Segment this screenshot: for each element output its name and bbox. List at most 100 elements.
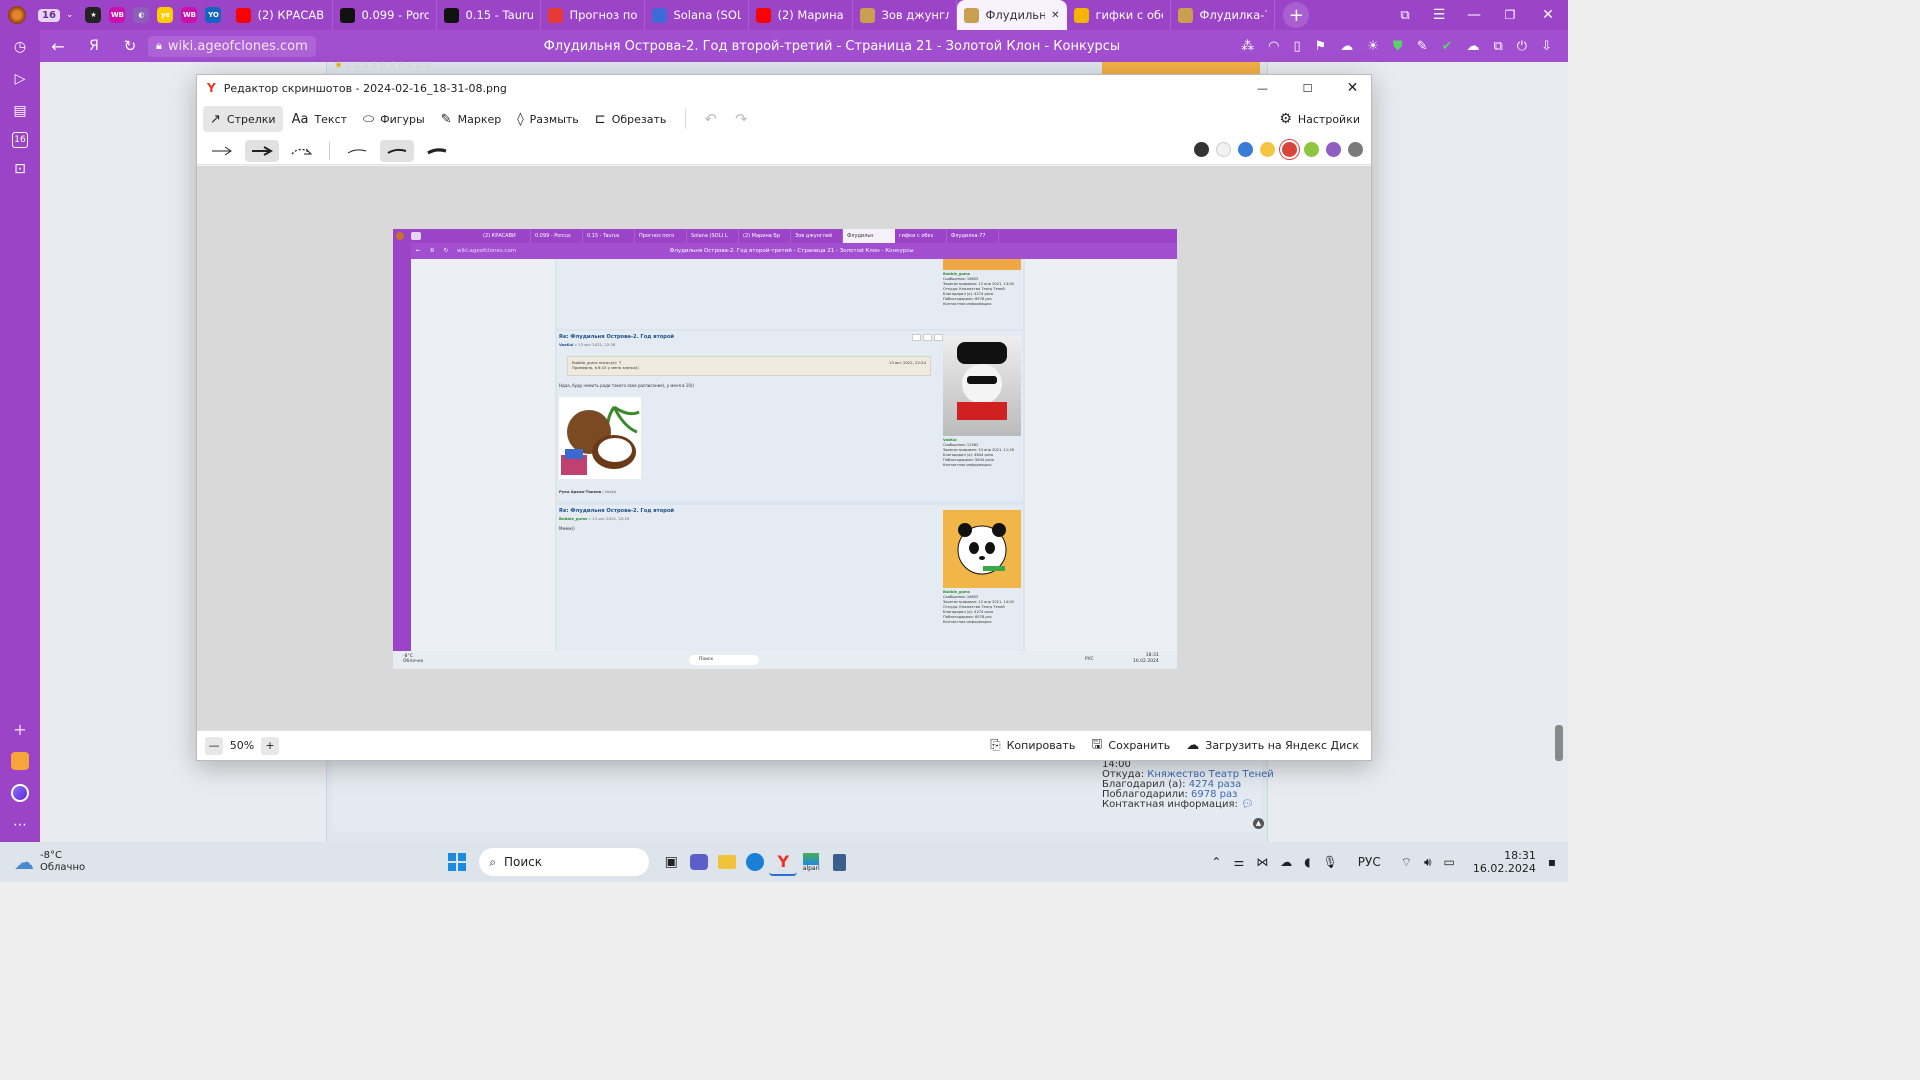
color-swatch[interactable]: [1326, 142, 1341, 157]
copy-button[interactable]: ⎘ Копировать: [990, 738, 1075, 753]
save-button[interactable]: 🖫︎ Сохранить: [1091, 735, 1170, 757]
tab-count-button[interactable]: 16 ⌄: [34, 8, 77, 22]
color-swatch[interactable]: [1282, 142, 1297, 157]
ext-check-icon[interactable]: ✔: [1442, 39, 1453, 54]
editor-minimize-icon[interactable]: —: [1244, 82, 1281, 95]
wifi-icon[interactable]: ⌔: [1401, 855, 1412, 870]
address-field[interactable]: 🔒︎ wiki.ageofclones.com: [148, 35, 316, 57]
close-icon[interactable]: ✕: [1528, 7, 1568, 23]
yo-pin-icon[interactable]: ye: [157, 7, 174, 23]
editor-maximize-icon[interactable]: ☐: [1289, 82, 1326, 95]
line-medium-icon[interactable]: [380, 139, 414, 162]
browser-tab[interactable]: 0.15 - Taurus G: [437, 0, 542, 30]
weather-widget[interactable]: ☁ -8°C Облачно: [14, 850, 85, 874]
star-pin-icon[interactable]: ★: [85, 7, 102, 23]
tool-shapes[interactable]: ⬭ Фигуры: [356, 106, 432, 132]
ext-pen-icon[interactable]: ✎: [1417, 39, 1428, 54]
tray-settings-icon[interactable]: ⚌: [1233, 855, 1244, 869]
play-icon[interactable]: ▷: [9, 68, 31, 90]
color-swatch[interactable]: [1194, 142, 1209, 157]
extensions-icon[interactable]: ⁂: [1241, 39, 1254, 54]
editor-close-icon[interactable]: ✕: [1334, 80, 1371, 96]
teams-icon[interactable]: [685, 848, 713, 876]
reload-icon[interactable]: ↻: [112, 37, 148, 55]
arrow-style-bold-icon[interactable]: [245, 139, 279, 162]
color-swatch[interactable]: [1304, 142, 1319, 157]
screenshot-preview[interactable]: (2) КРАСАВИ 0.099 - Porcus 0.15 - Taurus Пр…: [393, 229, 1177, 669]
browser-tab[interactable]: Флудильня ✕: [957, 0, 1068, 30]
ext-shield-icon[interactable]: ⛊: [1393, 39, 1403, 54]
arrow-style-thin-icon[interactable]: [205, 140, 239, 162]
tabs-count-icon[interactable]: 16: [12, 132, 28, 148]
ext-copy-icon[interactable]: ⧉: [1494, 39, 1503, 54]
color-swatch[interactable]: [1238, 142, 1253, 157]
language-indicator[interactable]: РУС: [1358, 855, 1381, 869]
battery-icon[interactable]: ▭: [1444, 855, 1455, 869]
collections-icon[interactable]: ⧉: [1388, 8, 1422, 23]
downloads-icon[interactable]: ⇩: [1541, 39, 1552, 54]
tray-mic-icon[interactable]: 🎙︎: [1323, 855, 1338, 869]
task-view-icon[interactable]: ▣: [657, 848, 685, 876]
ext-cloud-icon[interactable]: ☁: [1467, 39, 1480, 54]
yandex-browser-taskbar-icon[interactable]: Y: [769, 848, 798, 876]
tray-audio-icon[interactable]: ◖: [1304, 855, 1310, 869]
notification-icon[interactable]: ▪: [1548, 855, 1556, 869]
line-thin-icon[interactable]: [340, 140, 374, 162]
tool-marker[interactable]: ✎ Маркер: [434, 106, 509, 132]
restore-icon[interactable]: ❐: [1492, 8, 1528, 22]
browser-tab[interactable]: (2) КРАСАВИЦ: [229, 0, 334, 30]
headphones-icon[interactable]: ◠: [1268, 39, 1279, 54]
ext-weather-icon[interactable]: ☁: [1340, 39, 1353, 54]
page-scrollbar[interactable]: [1555, 725, 1563, 761]
notes-icon[interactable]: ▤: [9, 100, 31, 122]
settings-button[interactable]: ⚙ Настройки: [1272, 106, 1367, 132]
back-icon[interactable]: ←: [40, 37, 76, 56]
arrow-style-dotted-icon[interactable]: [285, 140, 319, 162]
screenshot-icon[interactable]: ⊡: [9, 158, 31, 180]
wildberries-icon-2[interactable]: WB: [181, 7, 198, 23]
alpari-icon[interactable]: alpari: [797, 848, 825, 876]
taskbar-search[interactable]: ⌕ Поиск: [479, 848, 650, 876]
clock[interactable]: 18:31 16.02.2024: [1473, 849, 1536, 875]
menu-icon[interactable]: ☰: [1422, 7, 1456, 23]
browser-logo-icon[interactable]: [0, 0, 34, 30]
line-thick-icon[interactable]: [420, 140, 454, 162]
tray-cloud-icon[interactable]: ☁: [1280, 855, 1292, 869]
color-swatch[interactable]: [1216, 142, 1231, 157]
zoom-out-button[interactable]: —: [205, 736, 223, 755]
zoom-in-button[interactable]: +: [261, 736, 279, 755]
browser-tab[interactable]: гифки с обезь: [1067, 0, 1172, 30]
volume-icon[interactable]: 🔊︎: [1424, 855, 1432, 870]
alice-icon[interactable]: [9, 782, 31, 804]
bookmark-icon[interactable]: ⚑: [1315, 39, 1327, 54]
start-button[interactable]: [443, 848, 471, 876]
yandex-icon[interactable]: Я: [76, 38, 112, 54]
reader-icon[interactable]: ▯: [1293, 39, 1300, 54]
upload-yandex-disk-button[interactable]: ☁ Загрузить на Яндекс Диск: [1186, 738, 1359, 753]
browser-tab[interactable]: Solana (SOL) L: [645, 0, 750, 30]
editor-canvas[interactable]: (2) КРАСАВИ 0.099 - Porcus 0.15 - Taurus Пр…: [197, 166, 1371, 732]
tray-app-icon[interactable]: ⋈: [1256, 855, 1268, 869]
file-explorer-icon[interactable]: [713, 848, 741, 876]
browser-tab[interactable]: 0.099 - Porcus: [333, 0, 438, 30]
new-tab-button[interactable]: +: [1283, 2, 1310, 28]
add-panel-icon[interactable]: +: [9, 718, 31, 740]
minimize-icon[interactable]: —: [1456, 7, 1492, 23]
circle-pin-icon[interactable]: ◐: [133, 7, 150, 23]
tool-blur[interactable]: ◊ Размыть: [510, 106, 586, 132]
wildberries-icon[interactable]: WB: [109, 7, 126, 23]
browser-tab[interactable]: Зов джунглей: [853, 0, 958, 30]
redo-icon[interactable]: ↷: [729, 110, 754, 128]
ext-power-icon[interactable]: ⏻: [1517, 39, 1527, 54]
browser-tab[interactable]: (2) Марина Бр: [749, 0, 854, 30]
tool-text[interactable]: Aa Текст: [285, 106, 354, 132]
undo-icon[interactable]: ↶: [698, 110, 723, 128]
yo-icon[interactable]: YO: [205, 7, 222, 23]
tray-chevron-icon[interactable]: ⌃: [1211, 855, 1221, 869]
history-icon[interactable]: ◷: [9, 36, 31, 58]
scroll-top-icon[interactable]: ▲: [1253, 818, 1264, 829]
color-swatch[interactable]: [1348, 142, 1363, 157]
browser-tab[interactable]: Прогноз пого: [541, 0, 646, 30]
tool-arrow[interactable]: ↗ Стрелки: [203, 106, 283, 132]
mail-icon[interactable]: [9, 750, 31, 772]
